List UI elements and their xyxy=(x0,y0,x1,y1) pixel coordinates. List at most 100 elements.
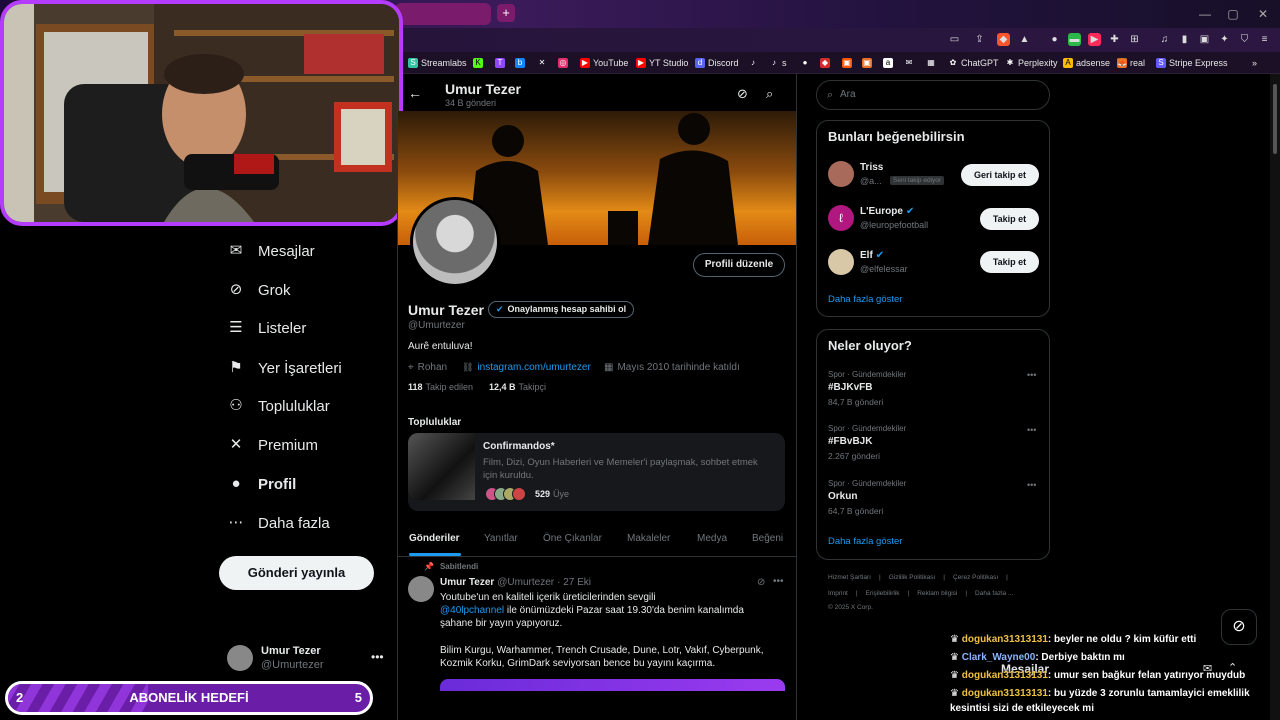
more-options-icon[interactable]: ••• xyxy=(1027,370,1036,380)
nav-bookmarks[interactable]: ⚑ Yer İşaretleri xyxy=(228,355,341,381)
scrollbar-thumb[interactable] xyxy=(1273,84,1277,154)
share-icon[interactable]: ⇪ xyxy=(973,33,986,46)
tweet-mention[interactable]: @40lpchannel xyxy=(440,605,504,616)
ai-icon[interactable]: ✦ xyxy=(1218,33,1231,46)
bookmark-extension[interactable]: ▣ xyxy=(862,56,872,70)
sidebar-icon[interactable]: ▮ xyxy=(1178,33,1191,46)
new-tab-button[interactable]: + xyxy=(497,4,515,22)
screen-icon[interactable]: ▭ xyxy=(948,33,961,46)
trend-name[interactable]: Orkun xyxy=(828,491,857,502)
account-switcher[interactable]: Umur Tezer @Umurtezer ••• xyxy=(227,644,387,674)
footer-link[interactable]: Imprint xyxy=(828,590,848,597)
footer-link[interactable]: Gizlilik Politikası xyxy=(889,574,936,581)
community-card[interactable]: Confirmandos* Film, Dizi, Oyun Haberleri… xyxy=(408,433,785,511)
search-icon[interactable]: ⌕ xyxy=(766,86,773,102)
trend-name[interactable]: #FBvBJK xyxy=(828,436,872,447)
more-options-icon[interactable]: ••• xyxy=(1027,480,1036,490)
suggestion-name[interactable]: Triss xyxy=(860,162,883,173)
suggestion-name[interactable]: Elf ✔ xyxy=(860,250,884,261)
profile-avatar[interactable] xyxy=(410,197,500,287)
extension-icon[interactable]: ● xyxy=(1048,33,1061,46)
tab-likes[interactable]: Beğeni xyxy=(752,533,783,544)
puzzle-icon[interactable]: ✚ xyxy=(1108,33,1121,46)
edit-profile-button[interactable]: Profili düzenle xyxy=(693,253,785,277)
bookmark-kick[interactable]: K xyxy=(473,56,483,70)
maximize-icon[interactable]: ▢ xyxy=(1220,4,1246,24)
bookmark-perplexity[interactable]: ✱ Perplexity xyxy=(1005,56,1058,70)
show-more-link[interactable]: Daha fazla göster xyxy=(828,536,902,547)
bookmark-extension[interactable]: ● xyxy=(800,56,810,70)
nav-lists[interactable]: ☰ Listeler xyxy=(228,315,306,341)
search-input[interactable]: Ara xyxy=(840,89,856,100)
bookmark-stripe[interactable]: S Stripe Express xyxy=(1156,56,1228,70)
bookmark-bluesky[interactable]: b xyxy=(515,56,525,70)
alert-icon[interactable]: ▲ xyxy=(1018,33,1031,46)
suggestion-name[interactable]: L'Europe ✔ xyxy=(860,206,914,217)
nav-messages[interactable]: ✉ Mesajlar xyxy=(228,238,315,264)
following-link[interactable]: 118 Takip edilen xyxy=(408,382,473,392)
close-icon[interactable]: ✕ xyxy=(1250,4,1276,24)
bookmark-amazon[interactable]: a xyxy=(883,56,893,70)
scrollbar[interactable] xyxy=(1270,74,1280,720)
search-box[interactable]: ⌕ Ara xyxy=(816,80,1050,110)
more-options-icon[interactable]: ••• xyxy=(1027,425,1036,435)
bookmark-instagram[interactable]: ◎ xyxy=(558,56,568,70)
music-icon[interactable]: ♫ xyxy=(1158,33,1171,46)
followers-link[interactable]: 12,4 B Takipçi xyxy=(489,382,546,392)
bookmark-twitch[interactable]: T xyxy=(495,56,505,70)
follow-button[interactable]: Takip et xyxy=(980,208,1039,230)
verify-badge-button[interactable]: ✔ Onaylanmış hesap sahibi ol xyxy=(488,301,635,318)
trend-name[interactable]: #BJKvFB xyxy=(828,382,872,393)
bookmark-x[interactable]: ✕ xyxy=(537,56,547,70)
nav-profile[interactable]: ● Profil xyxy=(228,471,296,497)
bookmark-yt-studio[interactable]: ▶ YT Studio xyxy=(636,56,688,70)
vpn-icon[interactable]: ⛉ xyxy=(1238,33,1251,46)
bookmark-extension[interactable]: ✉ xyxy=(904,56,914,70)
bookmark-adsense[interactable]: Aadsense xyxy=(1063,56,1110,70)
follow-button[interactable]: Takip et xyxy=(980,251,1039,273)
tab-highlights[interactable]: Öne Çıkanlar xyxy=(543,533,602,544)
more-options-icon[interactable]: ••• xyxy=(371,650,384,664)
extension-icon[interactable]: ▬ xyxy=(1068,33,1081,46)
tab-replies[interactable]: Yanıtlar xyxy=(484,533,518,544)
bookmark-extension[interactable]: ▦ xyxy=(926,56,936,70)
tweet-avatar[interactable] xyxy=(408,576,434,602)
nav-premium[interactable]: ✕ Premium xyxy=(228,432,318,458)
bookmark-extension[interactable]: ▣ xyxy=(842,56,852,70)
brave-icon[interactable]: ◆ xyxy=(997,33,1010,46)
bookmark-tiktok-s[interactable]: ♪ s xyxy=(769,56,787,70)
bookmark-tiktok[interactable]: ♪ xyxy=(748,56,758,70)
tab-posts[interactable]: Gönderiler xyxy=(409,533,460,544)
footer-link[interactable]: Erişilebilirlik xyxy=(866,590,900,597)
bookmark-chatgpt[interactable]: ✿ ChatGPT xyxy=(948,56,999,70)
profile-link[interactable]: ⛓ instagram.com/umurtezer xyxy=(462,362,591,373)
avatar[interactable]: ℓ xyxy=(828,205,854,231)
avatar[interactable] xyxy=(828,249,854,275)
more-options-icon[interactable]: ••• xyxy=(773,576,784,587)
browser-tab[interactable] xyxy=(395,3,491,25)
bookmark-discord[interactable]: d Discord xyxy=(695,56,739,70)
back-arrow-icon[interactable]: ← xyxy=(408,85,422,101)
tweet-media[interactable] xyxy=(440,679,785,691)
avatar[interactable] xyxy=(828,161,854,187)
footer-link[interactable]: Hizmet Şartları xyxy=(828,574,871,581)
youtube-ext-icon[interactable]: ▶ xyxy=(1088,33,1101,46)
follow-back-button[interactable]: Geri takip et xyxy=(961,164,1039,186)
tab-articles[interactable]: Makaleler xyxy=(627,533,670,544)
grok-float-button[interactable]: ⊘ xyxy=(1221,609,1257,645)
bookmark-extension[interactable]: ◆ xyxy=(820,56,830,70)
minimize-icon[interactable]: — xyxy=(1192,4,1218,24)
post-button[interactable]: Gönderi yayınla xyxy=(219,556,374,590)
bookmarks-overflow-icon[interactable]: » xyxy=(1252,56,1257,70)
grok-icon[interactable]: ⊘ xyxy=(757,577,765,588)
nav-communities[interactable]: ⚇ Topluluklar xyxy=(228,393,329,419)
nav-grok[interactable]: ⊘ Grok xyxy=(228,277,291,303)
nav-more[interactable]: ⋯ Daha fazla xyxy=(228,510,330,536)
footer-link[interactable]: Daha fazla ... xyxy=(975,590,1013,597)
extension-icon[interactable]: ⊞ xyxy=(1128,33,1141,46)
footer-link[interactable]: Reklam bilgisi xyxy=(917,590,957,597)
bookmark-streamlabs[interactable]: S Streamlabs xyxy=(408,56,467,70)
menu-icon[interactable]: ≡ xyxy=(1258,33,1271,46)
footer-link[interactable]: Çerez Politikası xyxy=(953,574,998,581)
show-more-link[interactable]: Daha fazla göster xyxy=(828,294,902,305)
